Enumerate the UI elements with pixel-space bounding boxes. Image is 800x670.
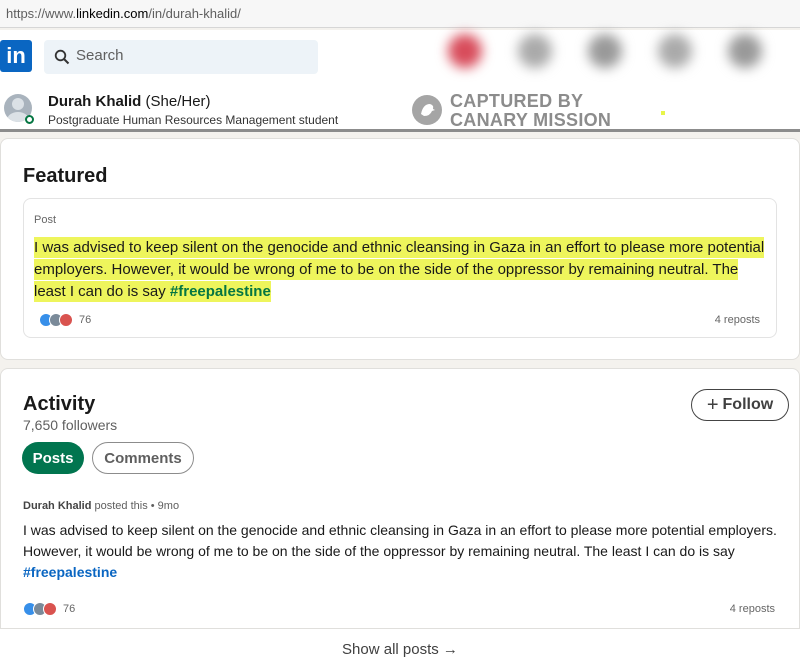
reactions[interactable]: 76 <box>39 313 91 327</box>
watermark-line1: CAPTURED BY <box>450 91 584 111</box>
pronouns: (She/Her) <box>145 93 211 110</box>
hashtag-link[interactable]: #freepalestine <box>23 564 117 580</box>
followers-count: 7,650 followers <box>23 417 118 433</box>
url-domain: linkedin.com <box>76 6 149 21</box>
linkedin-logo[interactable]: in <box>0 40 32 72</box>
tab-posts[interactable]: Posts <box>22 442 84 474</box>
reposts-count[interactable]: 4 reposts <box>730 603 775 615</box>
address-bar[interactable]: https://www.linkedin.com/in/durah-khalid… <box>0 0 800 28</box>
search-box[interactable] <box>44 40 318 74</box>
follow-button[interactable]: + Follow <box>691 389 789 421</box>
featured-title: Featured <box>23 165 108 187</box>
hashtag-link[interactable]: #freepalestine <box>170 283 271 300</box>
top-nav: in <box>0 30 800 84</box>
activity-title: Activity <box>23 393 96 415</box>
activity-post-text: I was advised to keep silent on the geno… <box>23 522 777 580</box>
profile-headline: Postgraduate Human Resources Management … <box>48 113 339 127</box>
url-path: /in/durah-khalid/ <box>148 6 241 21</box>
post-author-line: Durah Khalid posted this • 9mo <box>23 500 180 512</box>
activity-section: Activity 7,650 followers + Follow Posts C… <box>0 368 800 630</box>
post-author[interactable]: Durah Khalid <box>23 500 91 512</box>
watermark-line2: CANARY MISSION <box>450 110 612 130</box>
url-prefix: https://www. <box>6 6 77 21</box>
featured-post-card[interactable]: Post I was advised to keep silent on the… <box>23 198 777 338</box>
show-all-posts-button[interactable]: Show all posts → <box>0 628 800 670</box>
canary-bird-icon <box>412 95 442 125</box>
reposts-count[interactable]: 4 reposts <box>715 314 760 326</box>
featured-section: Featured Post I was advised to keep sile… <box>0 138 800 360</box>
highlight-dot <box>661 111 665 115</box>
search-icon <box>54 49 70 65</box>
search-input[interactable] <box>76 47 296 64</box>
featured-post-text: I was advised to keep silent on the geno… <box>34 237 765 302</box>
tab-comments[interactable]: Comments <box>92 442 194 474</box>
love-icon <box>59 313 73 327</box>
online-status-dot <box>25 115 34 124</box>
nav-icons-blurred <box>430 34 800 74</box>
canary-watermark: CAPTURED BY CANARY MISSION <box>410 91 670 130</box>
plus-icon: + <box>706 393 719 416</box>
post-label: Post <box>34 214 57 226</box>
reactions[interactable]: 76 <box>23 602 75 616</box>
love-icon <box>43 602 57 616</box>
profile-header: Durah Khalid (She/Her) Postgraduate Huma… <box>0 84 800 132</box>
profile-name: Durah Khalid (She/Her) <box>48 93 211 110</box>
